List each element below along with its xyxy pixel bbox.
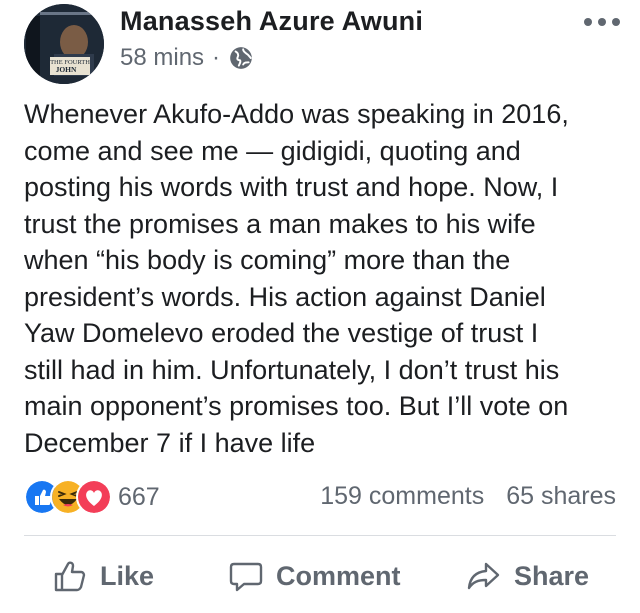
more-options-icon[interactable] [584, 12, 620, 32]
comment-bubble-icon [229, 562, 263, 592]
like-label: Like [100, 560, 155, 591]
comment-button[interactable]: Comment [228, 548, 401, 604]
author-name[interactable]: Manasseh Azure Awuni [120, 6, 423, 37]
post-meta: 58 mins · [120, 44, 254, 72]
post-timestamp[interactable]: 58 mins [120, 44, 204, 72]
love-reaction-icon [76, 479, 112, 515]
divider [24, 535, 616, 536]
reactions-summary[interactable]: 667 [24, 478, 160, 516]
facebook-post: THE FOURTH JOHN Manasseh Azure Awuni 58 … [0, 0, 640, 613]
meta-separator: · [212, 44, 221, 71]
like-button[interactable]: Like [52, 548, 154, 604]
engagement-counts: 159 comments 65 shares [320, 482, 616, 511]
shares-count[interactable]: 65 shares [506, 482, 616, 511]
share-label: Share [514, 560, 590, 591]
more-dot [612, 18, 620, 26]
more-dot [584, 18, 592, 26]
avatar[interactable]: THE FOURTH JOHN [24, 4, 104, 84]
reaction-count: 667 [118, 482, 160, 511]
share-arrow-icon [467, 562, 500, 590]
post-text: Whenever Akufo-Addo was speaking in 2016… [24, 99, 569, 458]
share-button[interactable]: Share [466, 548, 589, 604]
book-cover-avatar-image: THE FOURTH JOHN [24, 4, 104, 84]
comment-label: Comment [276, 560, 401, 591]
avatar-cover-line2: JOHN [56, 65, 77, 74]
comments-count[interactable]: 159 comments [320, 482, 484, 511]
globe-icon[interactable] [228, 45, 254, 71]
action-bar: Like Comment Share [0, 548, 640, 604]
thumbs-up-icon [54, 561, 86, 592]
more-dot [598, 18, 606, 26]
